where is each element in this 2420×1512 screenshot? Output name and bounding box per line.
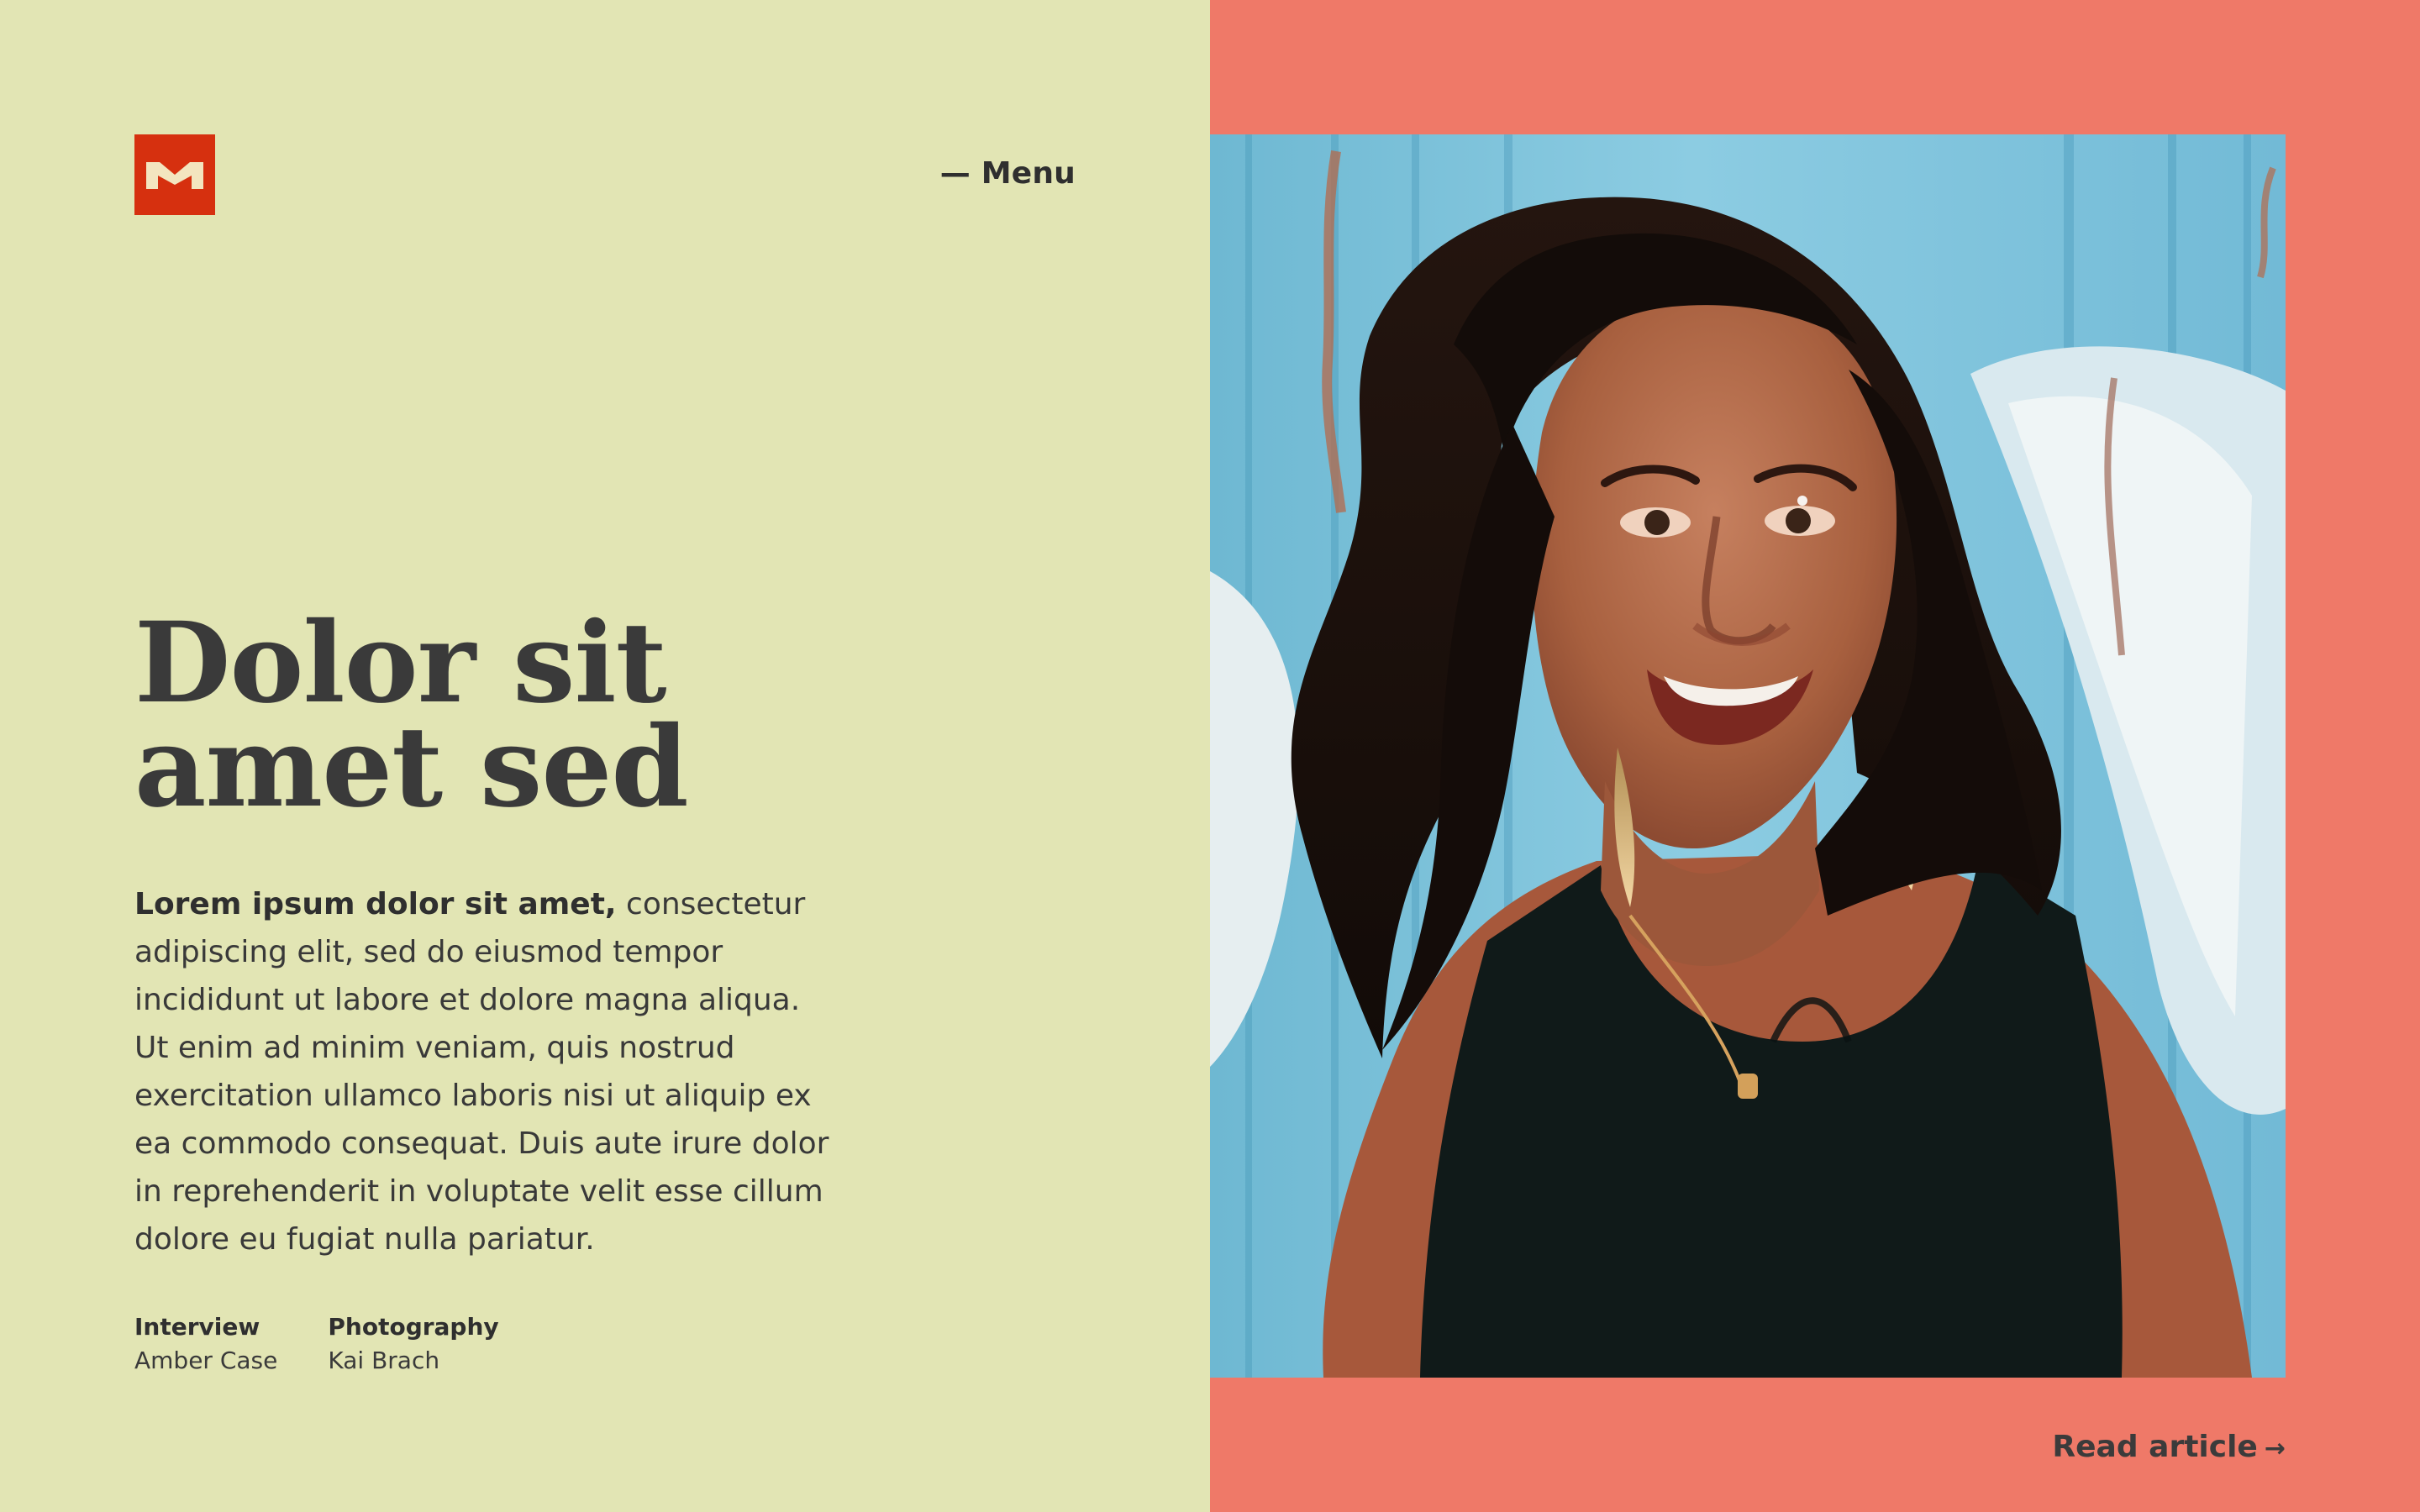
intro-body-text: consectetur adipiscing elit, sed do eius… bbox=[134, 887, 829, 1257]
photographer-name: Kai Brach bbox=[328, 1347, 440, 1374]
article-title-line-2: amet sed bbox=[134, 702, 689, 832]
article-credits: Interview Amber Case Photography Kai Bra… bbox=[134, 1310, 499, 1378]
intro-bold-lead: Lorem ipsum dolor sit amet, bbox=[134, 887, 617, 921]
article-title: Dolor sit amet sed bbox=[134, 608, 773, 823]
read-article-label: Read article bbox=[2052, 1430, 2258, 1464]
smiling-woman-portrait bbox=[1210, 134, 2286, 1378]
m-logo-icon bbox=[134, 134, 215, 215]
interview-credit: Interview Amber Case bbox=[134, 1310, 277, 1378]
site-logo[interactable] bbox=[134, 134, 215, 215]
read-article-link[interactable]: Read article → bbox=[2052, 1427, 2286, 1469]
interview-role: Interview bbox=[134, 1313, 260, 1341]
article-intro-panel: — Menu Dolor sit amet sed Lorem ipsum do… bbox=[0, 0, 1210, 1512]
portrait-photo bbox=[1210, 134, 2286, 1378]
article-intro-text: Lorem ipsum dolor sit amet, consectetur … bbox=[134, 880, 840, 1263]
menu-link[interactable]: — Menu bbox=[940, 154, 1076, 194]
arrow-right-icon: → bbox=[2264, 1434, 2286, 1463]
interviewer-name: Amber Case bbox=[134, 1347, 278, 1374]
photography-credit: Photography Kai Brach bbox=[328, 1310, 498, 1378]
photography-role: Photography bbox=[328, 1313, 499, 1341]
article-image-panel: Read article → bbox=[1210, 0, 2420, 1512]
